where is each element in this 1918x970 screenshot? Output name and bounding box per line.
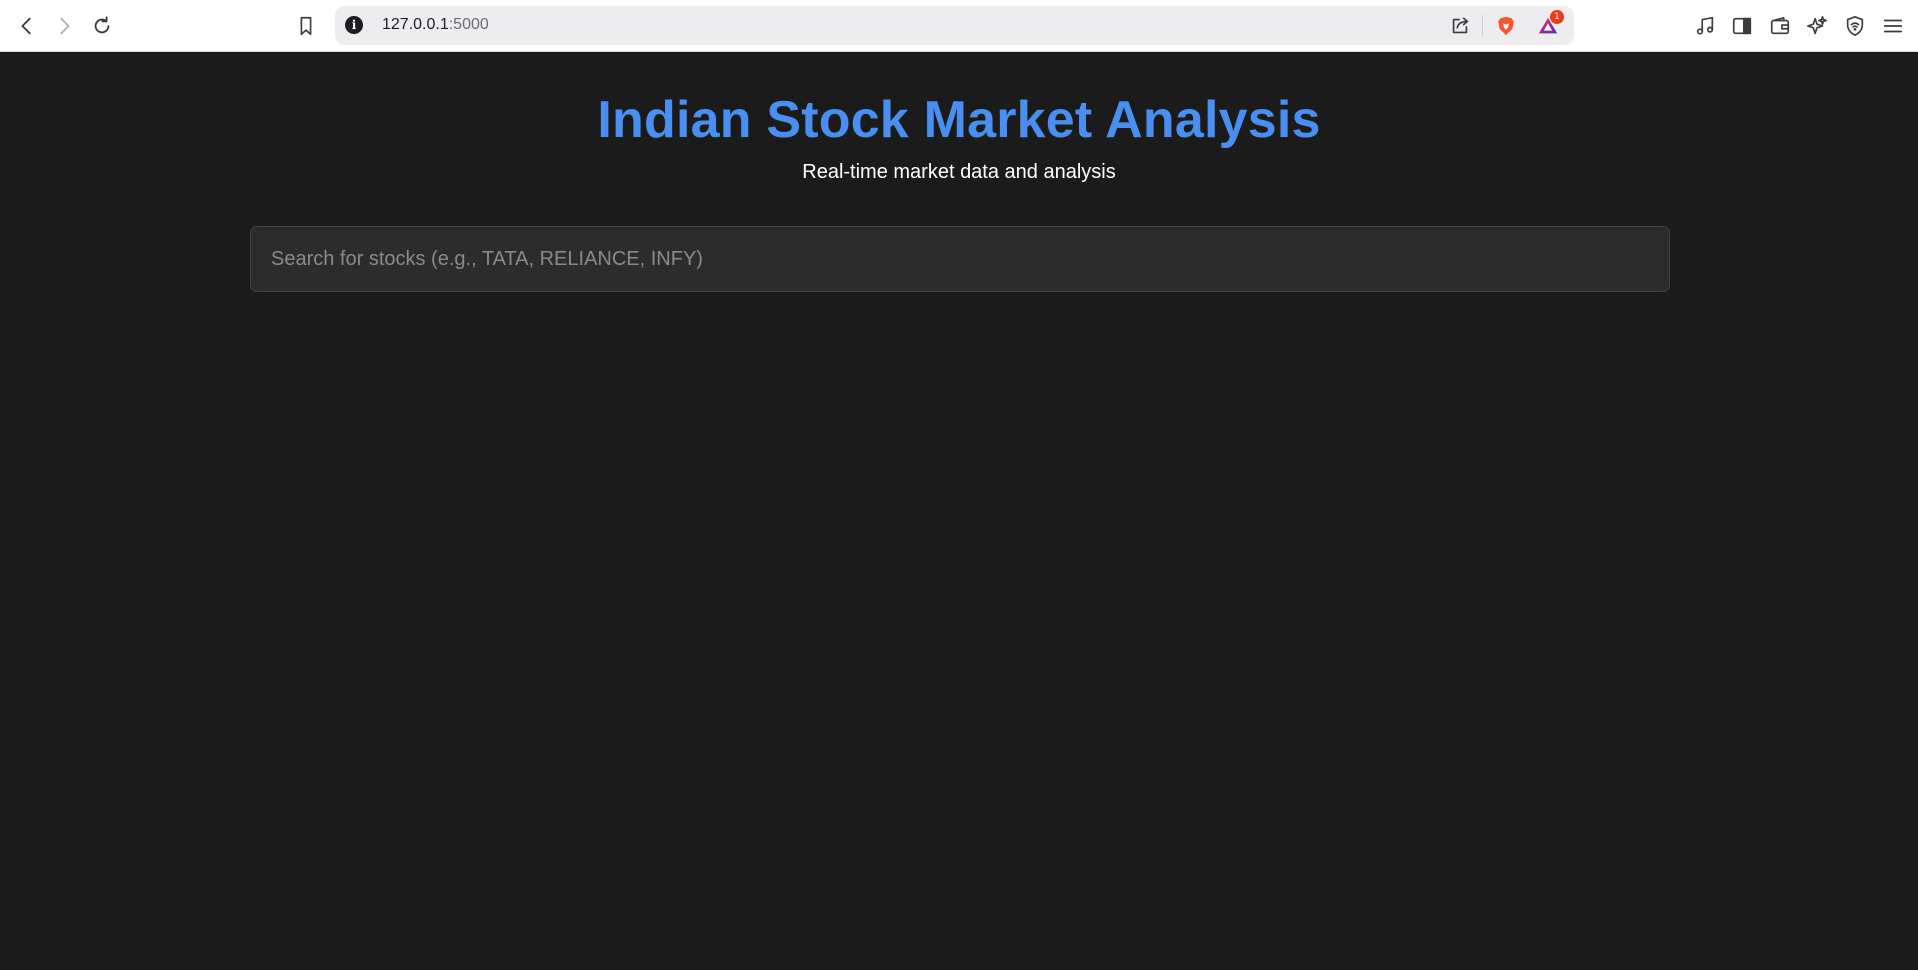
stock-search-input[interactable] bbox=[250, 226, 1670, 292]
rewards-badge: 1 bbox=[1550, 10, 1564, 24]
shield-wifi-icon bbox=[1846, 16, 1864, 36]
url-port: :5000 bbox=[448, 16, 489, 33]
brave-shields-button[interactable] bbox=[1493, 13, 1519, 39]
media-button[interactable] bbox=[1689, 10, 1721, 42]
url-text[interactable]: 127.0.0.1:5000 bbox=[382, 16, 489, 34]
reload-button[interactable] bbox=[86, 10, 118, 42]
music-note-icon bbox=[1696, 16, 1714, 35]
browser-toolbar: i 127.0.0.1:5000 1 bbox=[0, 0, 1918, 52]
sidebar-icon bbox=[1732, 17, 1752, 35]
url-separator bbox=[1482, 15, 1483, 36]
url-host: 127.0.0.1 bbox=[382, 16, 449, 33]
reload-icon bbox=[94, 16, 110, 34]
hamburger-menu-icon bbox=[1883, 19, 1903, 33]
share-button[interactable] bbox=[1447, 13, 1473, 39]
sparkle-icon bbox=[1807, 16, 1827, 35]
sidebar-button[interactable] bbox=[1726, 10, 1758, 42]
vpn-button[interactable] bbox=[1839, 10, 1871, 42]
main-menu-button[interactable] bbox=[1877, 10, 1909, 42]
bookmark-button[interactable] bbox=[290, 10, 322, 42]
share-icon bbox=[1452, 17, 1469, 34]
page-subtitle: Real-time market data and analysis bbox=[802, 161, 1116, 183]
forward-button[interactable] bbox=[48, 10, 80, 42]
address-bar[interactable]: i 127.0.0.1:5000 1 bbox=[335, 6, 1574, 45]
leo-ai-button[interactable] bbox=[1801, 10, 1833, 42]
page-title: Indian Stock Market Analysis bbox=[597, 91, 1321, 149]
brave-rewards-button[interactable]: 1 bbox=[1535, 10, 1564, 39]
chevron-right-icon bbox=[60, 17, 70, 35]
wallet-button[interactable] bbox=[1764, 10, 1796, 42]
brave-lion-icon bbox=[1498, 16, 1514, 36]
site-info-icon[interactable]: i bbox=[345, 16, 363, 34]
bookmark-icon bbox=[300, 16, 312, 36]
wallet-icon bbox=[1770, 16, 1790, 35]
back-button[interactable] bbox=[11, 10, 43, 42]
chevron-left-icon bbox=[21, 17, 31, 35]
